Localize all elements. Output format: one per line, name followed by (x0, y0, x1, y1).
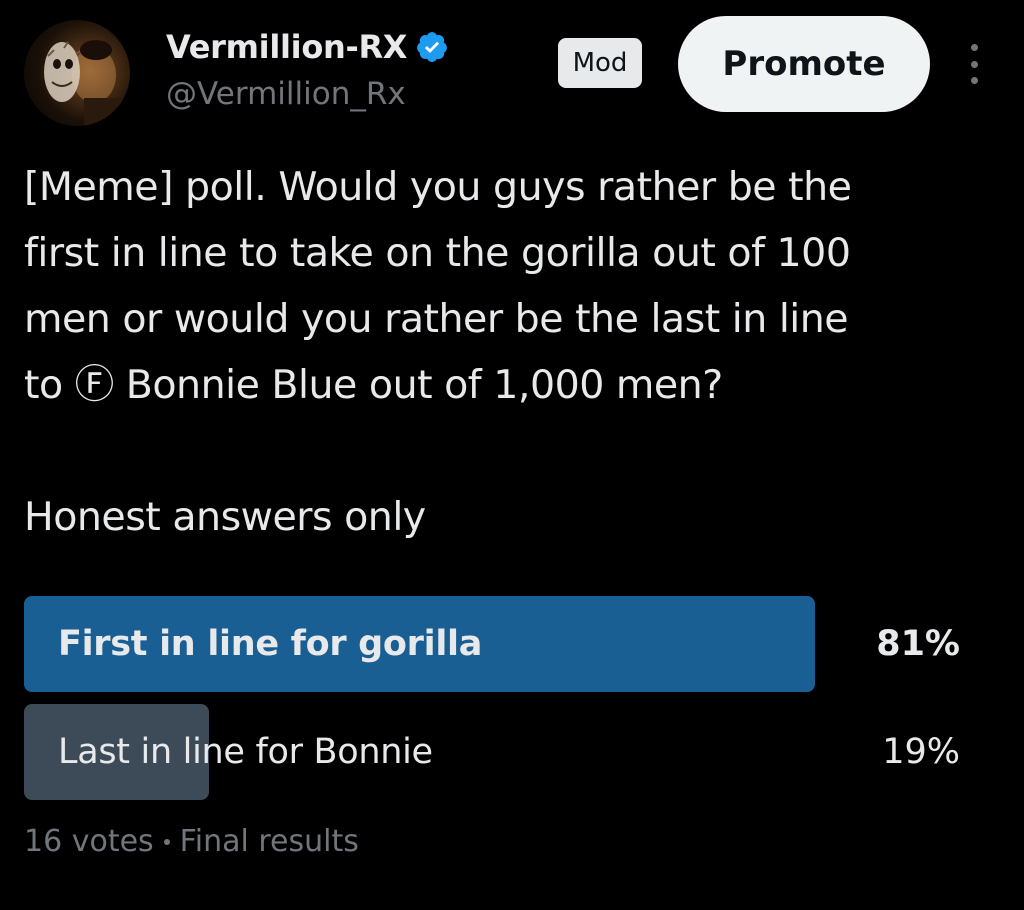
post-text: [Meme] poll. Would you guys rather be th… (24, 154, 1004, 418)
author-name-row: Vermillion-RX (166, 24, 449, 70)
poll-status: Final results (179, 824, 359, 859)
verified-badge-icon[interactable] (415, 30, 449, 64)
poll-option-1[interactable]: First in line for gorilla 81% (24, 596, 1000, 692)
poll-option-2[interactable]: Last in line for Bonnie 19% (24, 704, 1000, 800)
avatar[interactable] (24, 20, 130, 126)
more-dot (970, 77, 978, 84)
poll-option-label: First in line for gorilla (58, 624, 483, 664)
poll-option-label: Last in line for Bonnie (58, 732, 433, 772)
post-text-line: men or would you rather be the last in l… (24, 296, 849, 342)
mod-badge: Mod (558, 38, 642, 88)
post-subtext: Honest answers only (24, 494, 426, 540)
poll-vote-count: 16 votes (24, 824, 154, 859)
post: Vermillion-RX @Vermillion_Rx Mod Promote… (0, 0, 1024, 910)
author-display-name[interactable]: Vermillion-RX (166, 28, 407, 66)
poll-option-percent: 19% (882, 732, 960, 772)
author-handle[interactable]: @Vermillion_Rx (166, 76, 406, 112)
poll-option-percent: 81% (876, 624, 960, 664)
promote-button[interactable]: Promote (678, 16, 930, 112)
post-text-line: [Meme] poll. Would you guys rather be th… (24, 164, 852, 210)
poll-meta: 16 votes Final results (24, 824, 359, 859)
post-text-line: to Ⓕ Bonnie Blue out of 1,000 men? (24, 362, 723, 408)
more-dot (970, 60, 978, 68)
more-dot (970, 44, 978, 51)
more-vertical-icon[interactable] (962, 44, 986, 84)
post-text-line: first in line to take on the gorilla out… (24, 230, 851, 276)
separator-dot (163, 838, 170, 845)
avatar-image (44, 40, 124, 126)
